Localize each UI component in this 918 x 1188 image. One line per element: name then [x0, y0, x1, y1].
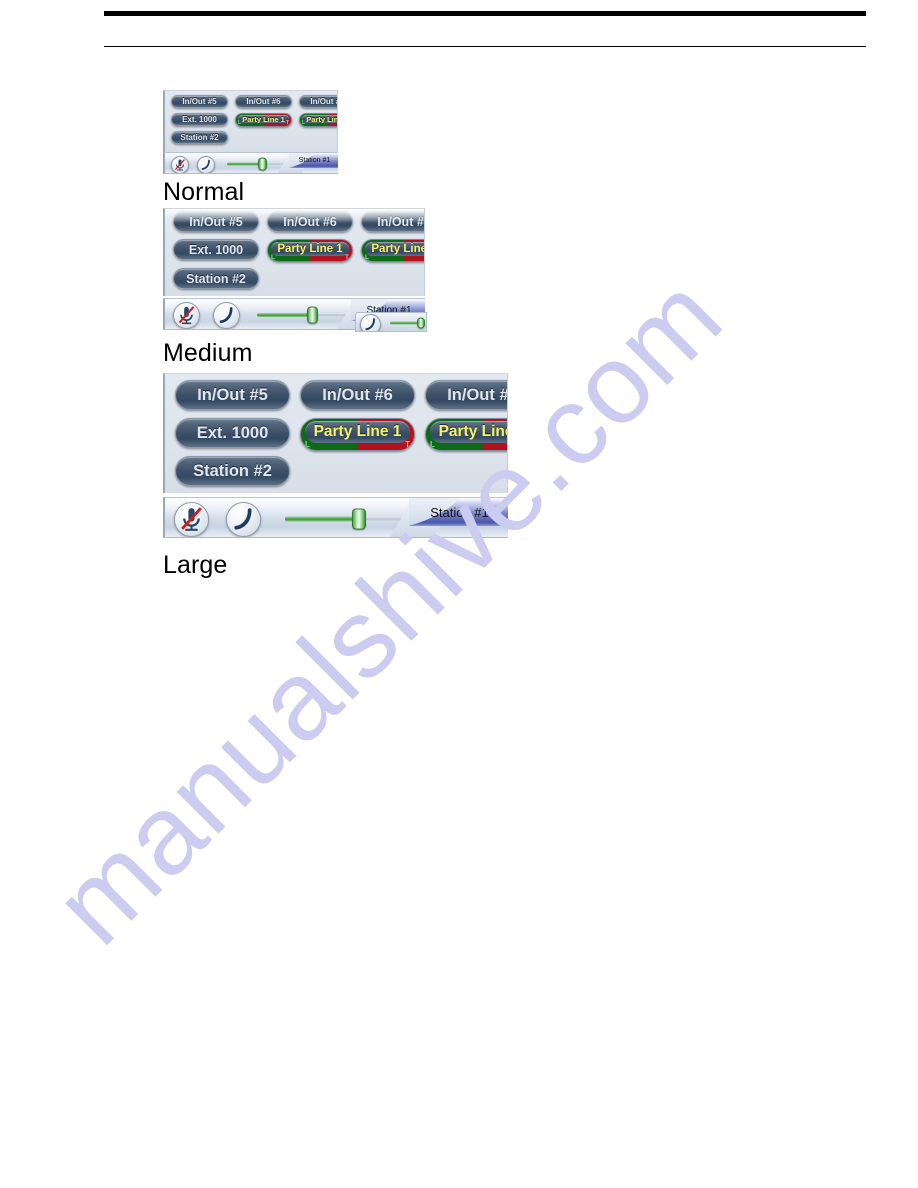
key-party-line-2[interactable]: Party Line 2 L T: [425, 418, 507, 451]
volume-slider[interactable]: [390, 317, 426, 329]
key-party-line-1-label: Party Line 1: [238, 115, 289, 123]
microphone-muted-icon[interactable]: [171, 156, 189, 173]
key-party-line-1[interactable]: Party Line 1 L T: [267, 239, 353, 262]
handset-hook-icon[interactable]: [197, 156, 215, 173]
party-tag-t: T: [285, 120, 289, 126]
key-in-out-6[interactable]: In/Out #6: [267, 211, 353, 232]
header-rule-thick: [104, 11, 866, 16]
party-tag-t: T: [345, 253, 349, 261]
caption-large: Large: [163, 551, 228, 579]
station-tab[interactable]: Station #1: [409, 498, 508, 526]
key-party-line-2[interactable]: Party Line 2 L T: [361, 239, 424, 262]
console-toolbar-normal: Station #1: [163, 152, 338, 174]
party-tag-l: L: [430, 440, 435, 449]
slider-track-filled: [257, 313, 309, 317]
key-party-line-2-label: Party Line 2: [365, 242, 424, 256]
key-empty-slot: [300, 456, 415, 486]
watermark-text: manualshive.com: [30, 252, 746, 968]
key-grid-normal: In/Out #5 In/Out #6 In/Out #7 Ext. 1000 …: [163, 90, 338, 152]
console-preview-large: In/Out #5 In/Out #6 In/Out #7 Ext. 1000 …: [163, 373, 508, 538]
key-station-2[interactable]: Station #2: [173, 268, 259, 289]
console-preview-normal: In/Out #5 In/Out #6 In/Out #7 Ext. 1000 …: [163, 90, 338, 175]
microphone-muted-icon[interactable]: [173, 302, 200, 329]
volume-slider[interactable]: [257, 306, 353, 324]
key-empty-slot: [267, 268, 353, 289]
station-tab-label: Station #1: [430, 504, 489, 520]
station-tab[interactable]: Station #1: [289, 153, 338, 168]
key-empty-slot: [299, 131, 337, 144]
key-in-out-5[interactable]: In/Out #5: [171, 95, 228, 108]
key-grid-large: In/Out #5 In/Out #6 In/Out #7 Ext. 1000 …: [163, 373, 508, 493]
key-party-line-2-label: Party Line 2: [302, 115, 337, 123]
party-tag-l: L: [305, 440, 310, 449]
party-tag-t: T: [405, 440, 410, 449]
key-in-out-7[interactable]: In/Out #7: [361, 211, 424, 232]
key-in-out-6[interactable]: In/Out #6: [235, 95, 292, 108]
key-empty-slot: [361, 268, 424, 289]
slider-track-filled: [227, 162, 259, 166]
overlapping-toolbar-fragment: [355, 312, 427, 332]
key-station-2[interactable]: Station #2: [171, 131, 228, 144]
microphone-muted-icon[interactable]: [174, 502, 209, 537]
volume-slider[interactable]: [285, 507, 413, 530]
header-rule-thin: [104, 46, 866, 47]
console-preview-medium: In/Out #5 In/Out #6 In/Out #7 Ext. 1000 …: [163, 208, 427, 332]
key-party-line-1-label: Party Line 1: [305, 421, 410, 443]
caption-medium: Medium: [163, 339, 253, 367]
key-station-2[interactable]: Station #2: [175, 456, 290, 486]
key-party-line-1[interactable]: Party Line 1 L T: [235, 113, 292, 127]
handset-hook-icon[interactable]: [360, 314, 381, 331]
party-tag-l: L: [238, 120, 242, 126]
key-in-out-6[interactable]: In/Out #6: [300, 380, 415, 410]
key-in-out-5[interactable]: In/Out #5: [175, 380, 290, 410]
key-party-line-2[interactable]: Party Line 2 L T: [299, 113, 337, 127]
key-party-line-1-label: Party Line 1: [271, 242, 349, 256]
key-empty-slot: [425, 456, 507, 486]
page-watermark: manualshive.com: [0, 0, 918, 1188]
key-grid-medium: In/Out #5 In/Out #6 In/Out #7 Ext. 1000 …: [163, 208, 425, 296]
slider-track-filled: [285, 516, 355, 521]
handset-hook-icon[interactable]: [226, 502, 261, 537]
key-ext-1000[interactable]: Ext. 1000: [171, 113, 228, 126]
slider-knob[interactable]: [307, 306, 318, 324]
key-empty-slot: [235, 131, 292, 144]
slider-knob[interactable]: [352, 508, 366, 529]
caption-normal: Normal: [163, 178, 245, 206]
party-tag-l: L: [365, 253, 369, 261]
volume-slider[interactable]: [227, 157, 287, 171]
slider-track-filled: [390, 321, 418, 325]
key-in-out-5[interactable]: In/Out #5: [173, 211, 259, 232]
key-in-out-7[interactable]: In/Out #7: [425, 380, 507, 410]
key-party-line-1[interactable]: Party Line 1 L T: [300, 418, 415, 451]
key-ext-1000[interactable]: Ext. 1000: [175, 418, 290, 448]
slider-knob[interactable]: [417, 317, 425, 329]
key-ext-1000[interactable]: Ext. 1000: [173, 239, 259, 260]
party-tag-l: L: [271, 253, 275, 261]
key-party-line-2-label: Party Line 2: [430, 421, 507, 443]
station-tab-label: Station #1: [298, 157, 331, 164]
handset-hook-icon[interactable]: [213, 302, 240, 329]
slider-knob[interactable]: [258, 157, 267, 171]
key-in-out-7[interactable]: In/Out #7: [299, 95, 337, 108]
party-tag-l: L: [302, 120, 306, 126]
console-toolbar-large: Station #1: [163, 497, 508, 538]
